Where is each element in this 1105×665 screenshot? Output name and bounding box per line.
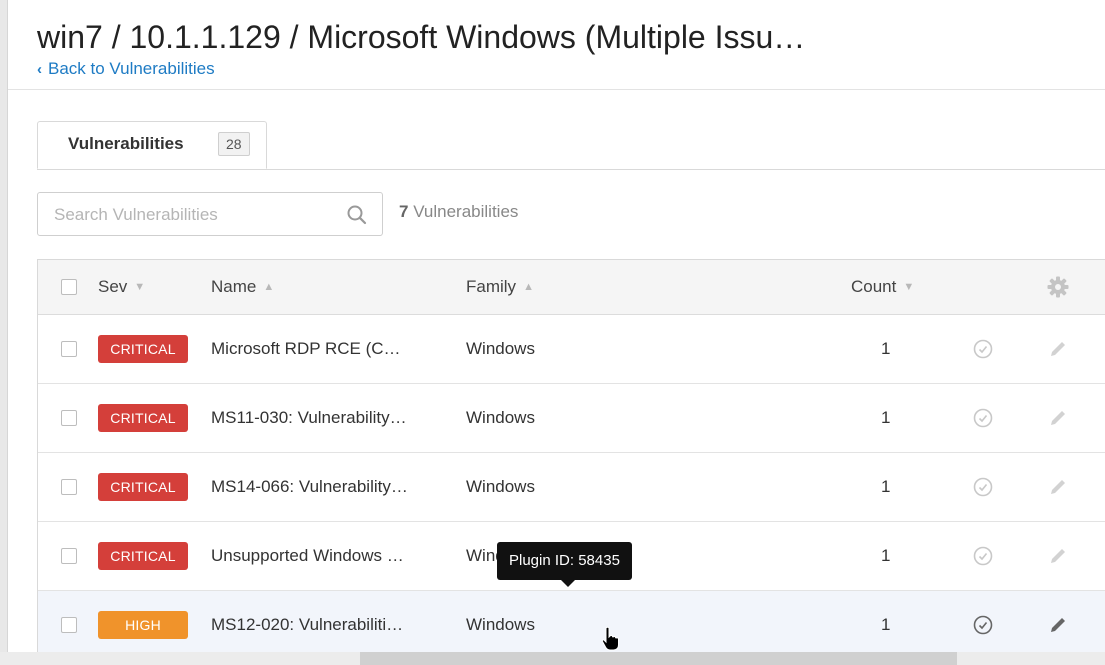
pencil-icon[interactable] — [1046, 475, 1070, 499]
sort-desc-icon: ▼ — [903, 281, 915, 293]
severity-badge: CRITICAL — [98, 335, 188, 363]
clock-check-icon[interactable] — [971, 475, 995, 499]
count-cell: 1 — [881, 477, 891, 496]
severity-cell: CRITICAL — [98, 384, 188, 452]
horizontal-scrollbar[interactable] — [0, 652, 1105, 665]
family-cell: Windows — [466, 615, 535, 634]
clock-check-icon[interactable] — [971, 613, 995, 637]
column-name-label: Name — [211, 277, 257, 296]
column-header-sev[interactable]: Sev ▼ — [98, 260, 145, 314]
search-input[interactable] — [52, 201, 336, 229]
row-checkbox-cell — [61, 522, 77, 590]
hand-cursor-icon — [601, 626, 619, 651]
edit-cell — [1046, 591, 1070, 659]
column-count-label: Count — [851, 277, 897, 296]
count-cell: 1 — [881, 615, 891, 634]
row-checkbox[interactable] — [61, 410, 77, 426]
edit-cell — [1046, 315, 1070, 383]
back-link-label: Back to Vulnerabilities — [48, 59, 215, 78]
snooze-cell — [971, 315, 995, 383]
result-count-label: Vulnerabilities — [413, 202, 519, 221]
clock-check-icon[interactable] — [971, 544, 995, 568]
severity-badge: CRITICAL — [98, 404, 188, 432]
sort-asc-icon: ▲ — [523, 281, 534, 293]
chevron-left-icon: ‹ — [37, 61, 42, 78]
header-divider — [8, 89, 1105, 90]
severity-cell: CRITICAL — [98, 522, 188, 590]
edit-cell — [1046, 522, 1070, 590]
clock-check-icon[interactable] — [971, 406, 995, 430]
name-cell: MS11-030: Vulnerability… — [211, 408, 407, 427]
sort-asc-icon: ▲ — [263, 281, 275, 293]
column-sev-label: Sev — [98, 277, 128, 296]
sort-desc-icon: ▼ — [134, 281, 146, 293]
severity-badge: HIGH — [98, 611, 188, 639]
row-checkbox-cell — [61, 384, 77, 452]
tab-count-badge: 28 — [218, 132, 250, 156]
result-count: 7 Vulnerabilities — [399, 202, 518, 222]
tab-bar: Vulnerabilities 28 — [37, 121, 1105, 170]
family-cell: Windows — [466, 477, 535, 496]
select-all-cell — [61, 260, 77, 314]
snooze-cell — [971, 522, 995, 590]
snooze-cell — [971, 591, 995, 659]
select-all-checkbox[interactable] — [61, 279, 77, 295]
family-cell: Windows — [466, 339, 535, 358]
row-checkbox[interactable] — [61, 479, 77, 495]
clock-check-icon[interactable] — [971, 337, 995, 361]
table-row[interactable]: CRITICAL MS14-066: Vulnerability… Window… — [38, 453, 1105, 522]
tab-vulnerabilities[interactable]: Vulnerabilities 28 — [37, 121, 267, 169]
vulnerabilities-table: Sev ▼ Name ▲ Family ▲ Count ▼ CRITICAL M… — [37, 259, 1105, 661]
row-checkbox-cell — [61, 453, 77, 521]
count-cell: 1 — [881, 546, 891, 565]
pencil-icon[interactable] — [1046, 337, 1070, 361]
severity-cell: HIGH — [98, 591, 188, 659]
scrollbar-thumb[interactable] — [360, 652, 957, 665]
column-header-family[interactable]: Family ▲ — [466, 260, 534, 314]
snooze-cell — [971, 384, 995, 452]
plugin-id-tooltip: Plugin ID: 58435 — [497, 542, 632, 587]
row-checkbox-cell — [61, 315, 77, 383]
row-checkbox-cell — [61, 591, 77, 659]
count-cell: 1 — [881, 339, 891, 358]
column-header-name[interactable]: Name ▲ — [211, 260, 274, 314]
name-cell: Unsupported Windows … — [211, 546, 404, 565]
severity-cell: CRITICAL — [98, 453, 188, 521]
count-cell: 1 — [881, 408, 891, 427]
row-checkbox[interactable] — [61, 617, 77, 633]
left-panel-edge — [0, 0, 8, 665]
edit-cell — [1046, 453, 1070, 521]
name-cell: MS12-020: Vulnerabiliti… — [211, 615, 404, 634]
result-count-number: 7 — [399, 202, 409, 221]
column-settings-cell — [1046, 260, 1070, 314]
pencil-icon[interactable] — [1046, 613, 1070, 637]
search-box — [37, 192, 383, 236]
severity-badge: CRITICAL — [98, 542, 188, 570]
column-header-count[interactable]: Count ▼ — [851, 260, 914, 314]
table-row[interactable]: HIGH MS12-020: Vulnerabiliti… Windows 1 — [38, 591, 1105, 660]
search-icon[interactable] — [346, 204, 368, 226]
tab-label: Vulnerabilities — [68, 134, 184, 153]
page-header: win7 / 10.1.1.129 / Microsoft Windows (M… — [37, 18, 805, 79]
back-to-vulnerabilities-link[interactable]: ‹ Back to Vulnerabilities — [37, 59, 215, 79]
row-checkbox[interactable] — [61, 341, 77, 357]
snooze-cell — [971, 453, 995, 521]
table-row[interactable]: CRITICAL Microsoft RDP RCE (C… Windows 1 — [38, 315, 1105, 384]
edit-cell — [1046, 384, 1070, 452]
page-title: win7 / 10.1.1.129 / Microsoft Windows (M… — [37, 19, 806, 55]
family-cell: Windows — [466, 408, 535, 427]
row-checkbox[interactable] — [61, 548, 77, 564]
table-row[interactable]: CRITICAL MS11-030: Vulnerability… Window… — [38, 384, 1105, 453]
severity-cell: CRITICAL — [98, 315, 188, 383]
gear-icon[interactable] — [1046, 275, 1070, 299]
column-family-label: Family — [466, 277, 517, 296]
name-cell: MS14-066: Vulnerability… — [211, 477, 408, 496]
name-cell: Microsoft RDP RCE (C… — [211, 339, 401, 358]
pencil-icon[interactable] — [1046, 406, 1070, 430]
table-header: Sev ▼ Name ▲ Family ▲ Count ▼ — [38, 260, 1105, 315]
pencil-icon[interactable] — [1046, 544, 1070, 568]
severity-badge: CRITICAL — [98, 473, 188, 501]
